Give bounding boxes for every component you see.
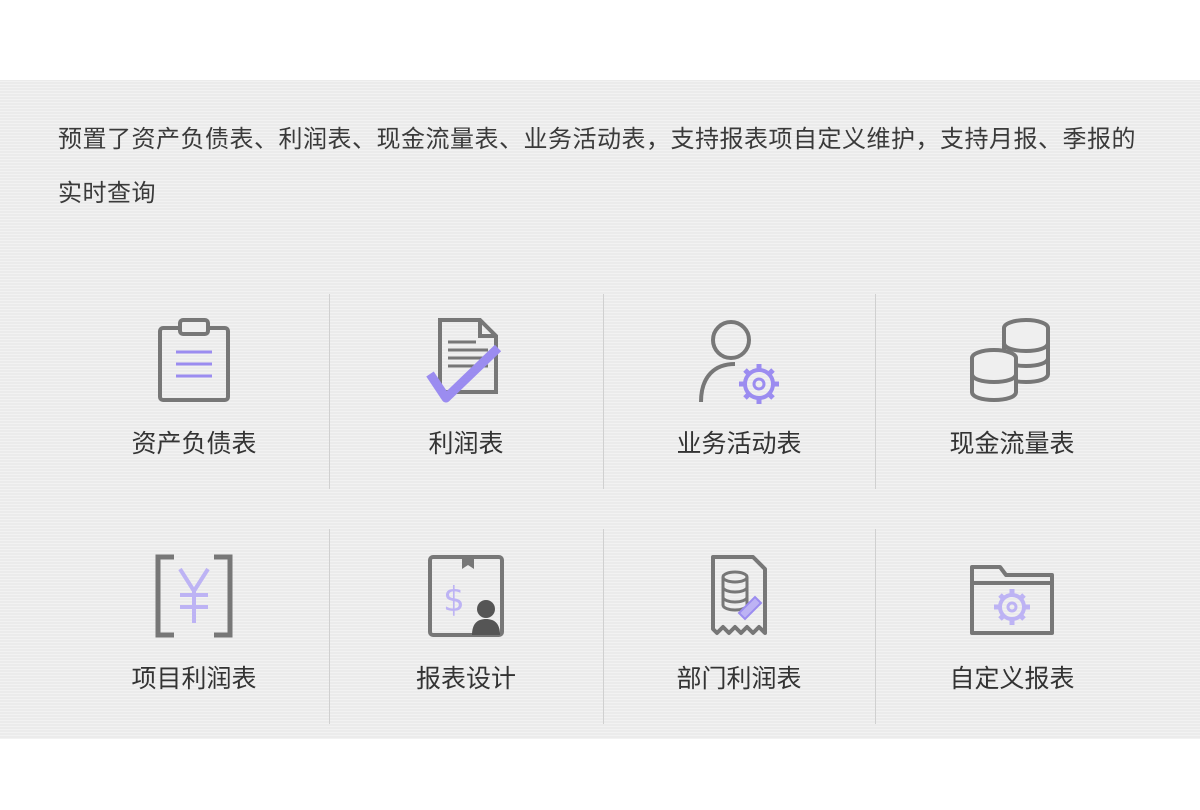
document-check-icon [426,318,502,403]
tile-label: 自定义报表 [949,664,1075,693]
tile-report-design[interactable]: $ 报表设计 [330,529,602,724]
dollar-user-icon: $ [428,555,504,637]
tile-department-profit[interactable]: 部门利润表 [603,529,875,724]
tile-balance-sheet[interactable]: 资产负债表 [58,294,330,489]
user-gear-icon [699,320,779,404]
tile-label: 报表设计 [415,664,516,693]
tile-business-activity[interactable]: 业务活动表 [603,294,875,489]
tile-label: 业务活动表 [676,429,802,458]
tile-label: 部门利润表 [676,664,802,693]
receipt-database-icon [711,555,767,635]
folder-gear-icon [970,565,1054,635]
tile-label: 资产负债表 [131,429,257,458]
tile-label: 项目利润表 [131,664,257,693]
tile-custom-report[interactable]: 自定义报表 [876,529,1148,724]
coins-stack-icon [970,318,1050,403]
tile-cash-flow[interactable]: 现金流量表 [876,294,1148,489]
tile-label: 利润表 [428,429,504,458]
feature-description: 预置了资产负债表、利润表、现金流量表、业务活动表，支持报表项自定义维护，支持月报… [58,125,1136,207]
clipboard-icon [158,318,230,402]
feature-grid: 资产负债表 利润表 业务活动表 现金流量表 项目利润表 $ 报表设计 部门利润表… [58,294,1148,724]
svg-text:$: $ [443,580,465,620]
tile-income-statement[interactable]: 利润表 [330,294,602,489]
tile-label: 现金流量表 [949,429,1075,458]
tile-project-profit[interactable]: 项目利润表 [58,529,330,724]
yuan-bracket-icon [155,554,233,638]
